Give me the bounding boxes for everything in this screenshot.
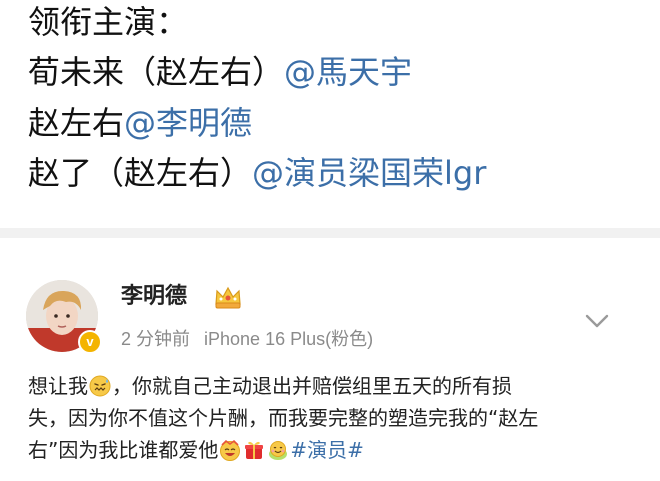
caption-cast-line-3: 赵了（赵左右）@演员梁国荣lgr xyxy=(28,153,486,193)
mention-link-1[interactable]: @馬天宇 xyxy=(284,53,412,91)
chevron-down-icon[interactable] xyxy=(584,312,610,330)
cast-role-2: 赵左右 xyxy=(28,104,125,142)
caption-cast-line-1: 荀未来（赵左右）@馬天宇 xyxy=(28,52,412,92)
page: 领衔主演： 荀未来（赵左右）@馬天宇 赵左右@李明德 赵了（赵左右）@演员梁国荣… xyxy=(0,0,660,481)
post-time: 2 分钟前 xyxy=(121,329,191,349)
caption-heading: 领衔主演： xyxy=(28,3,189,41)
cast-role-3: 赵了（赵左右） xyxy=(28,154,253,192)
cast-role-1: 荀未来（赵左右） xyxy=(28,53,285,91)
author-name[interactable]: 李明德 xyxy=(121,282,187,312)
hashtag-link[interactable]: #演员# xyxy=(290,438,364,462)
laughing-face-emoji-icon xyxy=(220,439,241,461)
crown-icon xyxy=(215,286,241,309)
post-text-1a: 想让我 xyxy=(28,374,88,398)
post-body: 想让我 ，你就自己主动退出并赔偿组里五天的所有损 失，因为你不值这个片酬，而我要… xyxy=(28,370,628,466)
post-body-line-2: 失，因为你不值这个片酬，而我要完整的塑造完我的“赵左 xyxy=(28,402,628,434)
sweating-face-emoji-icon xyxy=(89,375,111,397)
caption-cast-line-2: 赵左右@李明德 xyxy=(28,103,252,143)
section-divider xyxy=(0,228,660,238)
caption-block: 领衔主演： 荀未来（赵左右）@馬天宇 赵左右@李明德 赵了（赵左右）@演员梁国荣… xyxy=(0,0,660,228)
weibo-post-card: v 李明德 2 分钟前 iPhone 16 Plus(粉色) 想让我 ，你就自己主… xyxy=(0,238,660,481)
verified-badge: v xyxy=(78,330,102,354)
post-device: iPhone 16 Plus(粉色) xyxy=(204,329,374,349)
post-body-line-1: 想让我 ，你就自己主动退出并赔偿组里五天的所有损 xyxy=(28,370,628,402)
post-body-line-3: 右”因为我比谁都爱他 #演员# xyxy=(28,434,628,466)
mention-link-2[interactable]: @李明德 xyxy=(124,104,252,142)
post-text-3: 右”因为我比谁都爱他 xyxy=(28,438,219,462)
mention-link-3[interactable]: @演员梁国荣lgr xyxy=(252,154,486,192)
post-text-2: 失，因为你不值这个片酬，而我要完整的塑造完我的“赵左 xyxy=(28,406,539,430)
post-meta: 2 分钟前 iPhone 16 Plus(粉色) xyxy=(121,326,373,352)
red-gift-emoji-icon xyxy=(245,441,264,459)
post-text-1b: ，你就自己主动退出并赔偿组里五天的所有损 xyxy=(112,374,512,398)
cake-face-emoji-icon xyxy=(269,441,288,460)
